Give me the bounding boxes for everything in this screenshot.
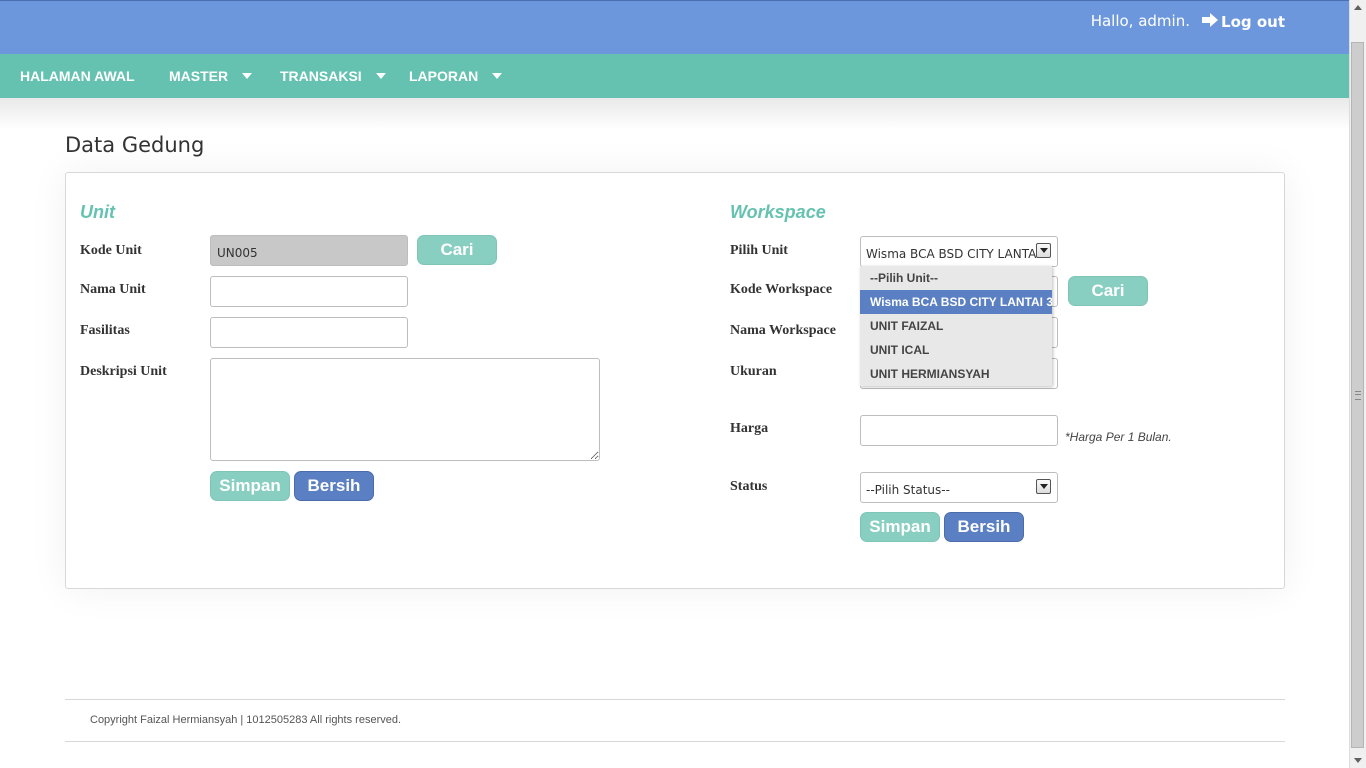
dropdown-option-selected[interactable]: Wisma BCA BSD CITY LANTAI 3 — [860, 290, 1052, 314]
caret-down-icon — [242, 73, 253, 79]
grip-icon — [1355, 391, 1361, 400]
harga-input[interactable] — [860, 415, 1058, 446]
nama-workspace-label: Nama Workspace — [730, 323, 836, 338]
unit-bersih-button[interactable]: Bersih — [294, 471, 374, 501]
dropdown-arrow-icon[interactable] — [1036, 243, 1051, 258]
status-select[interactable]: --Pilih Status-- — [860, 472, 1058, 503]
dropdown-option[interactable]: UNIT ICAL — [860, 338, 1052, 362]
nav-item-label: LAPORAN — [409, 68, 479, 84]
workspace-simpan-button[interactable]: Simpan — [860, 512, 940, 542]
nav-item-label: MASTER — [169, 68, 229, 84]
kode-unit-label: Kode Unit — [80, 243, 142, 258]
deskripsi-unit-label: Deskripsi Unit — [80, 364, 167, 379]
harga-label: Harga — [730, 421, 769, 436]
logout-arrow-icon — [1202, 12, 1219, 32]
dropdown-option[interactable]: UNIT HERMIANSYAH — [860, 362, 1052, 386]
dropdown-arrow-icon[interactable] — [1036, 479, 1051, 494]
fasilitas-label: Fasilitas — [80, 323, 130, 338]
ukuran-label: Ukuran — [730, 364, 777, 379]
logout-link[interactable]: Log out — [1202, 12, 1285, 32]
workspace-cari-button[interactable]: Cari — [1068, 276, 1148, 306]
copyright-text: Copyright Faizal Hermiansyah | 101250528… — [90, 714, 402, 726]
main-nav: HALAMAN AWAL MASTER TRANSAKSI LAPORAN — [0, 54, 1349, 98]
logout-label: Log out — [1221, 13, 1285, 31]
unit-simpan-button[interactable]: Simpan — [210, 471, 290, 501]
harga-note: *Harga Per 1 Bulan. — [1065, 430, 1172, 444]
pilih-unit-dropdown-list: --Pilih Unit-- Wisma BCA BSD CITY LANTAI… — [860, 266, 1052, 386]
fasilitas-input[interactable] — [210, 317, 408, 348]
scroll-thumb[interactable] — [1351, 42, 1364, 748]
kode-unit-field[interactable]: UN005 — [210, 235, 408, 266]
page-title: Data Gedung — [65, 133, 205, 157]
footer-divider-bottom — [65, 741, 1285, 742]
nama-unit-input[interactable] — [210, 276, 408, 307]
nav-item-halaman-awal[interactable]: HALAMAN AWAL — [20, 54, 135, 98]
greeting-text: Hallo, admin. — [1090, 12, 1190, 30]
nav-item-laporan[interactable]: LAPORAN — [409, 54, 503, 98]
nav-item-label: TRANSAKSI — [280, 68, 362, 84]
nav-item-transaksi[interactable]: TRANSAKSI — [280, 54, 386, 98]
pilih-unit-selected-value: Wisma BCA BSD CITY LANTAI 3 — [866, 247, 1052, 261]
status-label: Status — [730, 479, 768, 494]
caret-down-icon — [492, 73, 503, 79]
scroll-down-icon[interactable] — [1354, 758, 1362, 763]
workspace-section-title: Workspace — [730, 202, 826, 222]
workspace-bersih-button[interactable]: Bersih — [944, 512, 1024, 542]
top-header: Hallo, admin. Log out — [0, 0, 1349, 54]
nav-item-master[interactable]: MASTER — [169, 54, 253, 98]
nav-shadow — [0, 98, 1349, 130]
unit-cari-button[interactable]: Cari — [417, 235, 497, 265]
footer-divider-top — [65, 699, 1285, 700]
nama-unit-label: Nama Unit — [80, 282, 146, 297]
dropdown-option[interactable]: UNIT FAIZAL — [860, 314, 1052, 338]
deskripsi-unit-textarea[interactable] — [210, 358, 600, 461]
dropdown-option[interactable]: --Pilih Unit-- — [860, 266, 1052, 290]
kode-workspace-label: Kode Workspace — [730, 282, 833, 297]
vertical-scrollbar[interactable] — [1349, 0, 1366, 768]
scroll-up-icon[interactable] — [1354, 5, 1362, 10]
status-selected-value: --Pilih Status-- — [866, 483, 950, 497]
pilih-unit-select[interactable]: Wisma BCA BSD CITY LANTAI 3 — [860, 236, 1058, 267]
nav-item-label: HALAMAN AWAL — [20, 68, 135, 84]
caret-down-icon — [375, 73, 386, 79]
unit-section-title: Unit — [80, 202, 115, 222]
pilih-unit-label: Pilih Unit — [730, 243, 788, 258]
